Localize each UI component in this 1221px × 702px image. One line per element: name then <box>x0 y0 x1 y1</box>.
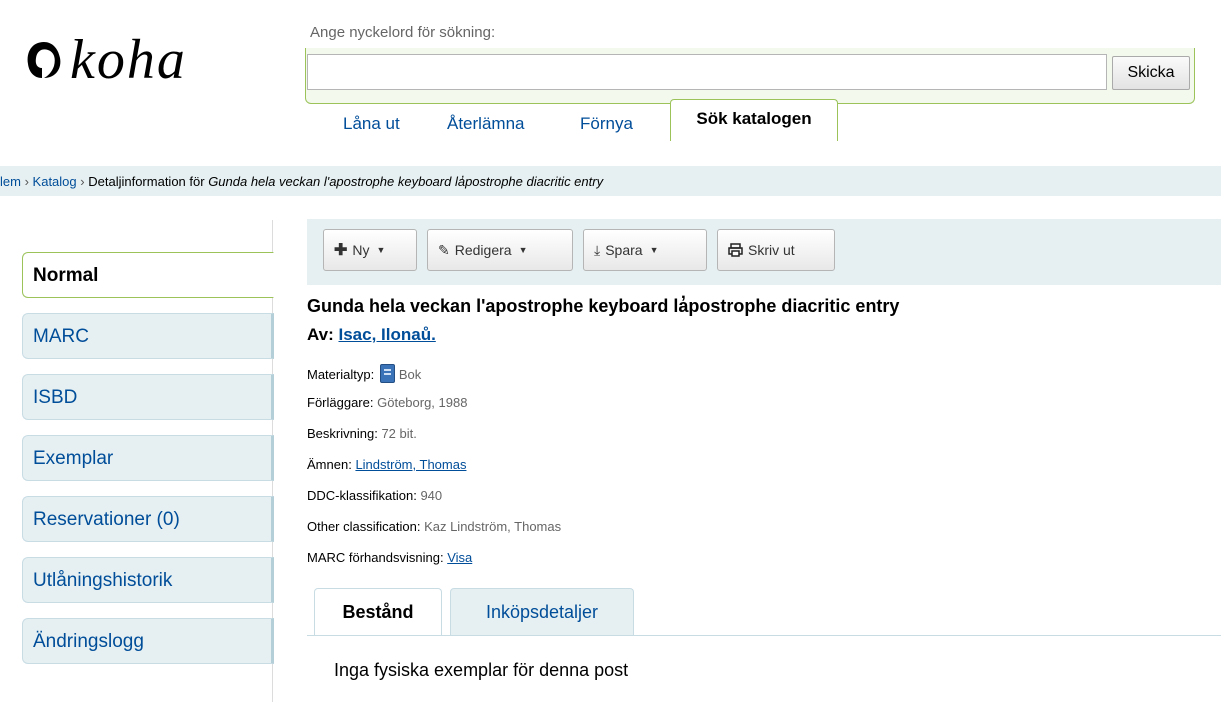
breadcrumb-current-title: Gunda hela veckan l'apostrophe keyboard … <box>208 174 604 189</box>
tab-acquisition-details[interactable]: Inköpsdetaljer <box>450 588 634 636</box>
tab-search-catalog[interactable]: Sök katalogen <box>670 99 838 141</box>
field-label: Materialtyp: <box>307 367 375 382</box>
sidebar-item-isbd[interactable]: ISBD <box>22 374 274 420</box>
field-label: Other classification: <box>307 519 421 534</box>
book-icon <box>379 364 395 383</box>
author-prefix: Av: <box>307 325 334 344</box>
koha-logo-icon <box>27 42 61 78</box>
holdings-message: Inga fysiska exemplar för denna post <box>334 660 629 680</box>
edit-button-label: Redigera <box>454 242 512 258</box>
breadcrumb-current-prefix: Detaljinformation för <box>88 174 205 189</box>
field-label: Förläggare: <box>307 395 374 410</box>
field-publisher: Förläggare: Göteborg, 1988 <box>307 395 467 410</box>
download-icon: ⤓ <box>594 241 601 258</box>
field-value: Kaz Lindström, Thomas <box>424 519 562 534</box>
sidebar-item-modification-log[interactable]: Ändringslogg <box>22 618 274 664</box>
field-subjects: Ämnen: Lindström, Thomas <box>307 457 466 472</box>
koha-logo[interactable]: koha <box>22 20 187 100</box>
plus-icon: ✚ <box>334 242 348 259</box>
save-button-label: Spara <box>605 242 643 258</box>
tab-checkin[interactable]: Återlämna <box>447 114 524 134</box>
field-value: Göteborg, 1988 <box>377 395 468 410</box>
subject-link[interactable]: Lindström, Thomas <box>355 457 466 472</box>
field-label: MARC förhandsvisning: <box>307 550 444 565</box>
breadcrumb-home[interactable]: lem <box>0 174 21 189</box>
breadcrumb-catalog[interactable]: Katalog <box>33 174 77 189</box>
field-material-type: Materialtyp: Bok <box>307 364 421 383</box>
sidebar-item-holds[interactable]: Reservationer (0) <box>22 496 274 542</box>
field-other-classification: Other classification: Kaz Lindström, Tho… <box>307 519 561 534</box>
tab-checkout[interactable]: Låna ut <box>343 114 400 134</box>
toolbar: ✚ Ny ▼ ✎ Redigera ▼ ⤓ Spara ▼ Skriv ut <box>307 219 1221 285</box>
new-button[interactable]: ✚ Ny ▼ <box>323 229 417 271</box>
breadcrumb-separator: › <box>24 174 29 189</box>
caret-down-icon: ▼ <box>376 245 386 255</box>
sidebar-item-items[interactable]: Exemplar <box>22 435 274 481</box>
tab-holdings[interactable]: Bestånd <box>314 588 442 636</box>
breadcrumb-separator: › <box>80 174 85 189</box>
author-link[interactable]: Isac, Ilonaů. <box>339 325 436 344</box>
save-button[interactable]: ⤓ Spara ▼ <box>583 229 707 271</box>
search-input[interactable] <box>307 54 1107 90</box>
sidebar-item-checkout-history[interactable]: Utlåningshistorik <box>22 557 274 603</box>
sidebar-item-normal[interactable]: Normal <box>22 252 274 298</box>
field-value: Bok <box>398 367 422 382</box>
breadcrumb: lem › Katalog › Detaljinformation för Gu… <box>0 166 1221 196</box>
edit-button[interactable]: ✎ Redigera ▼ <box>427 229 573 271</box>
search-submit-button[interactable]: Skicka <box>1112 56 1190 90</box>
field-label: Ämnen: <box>307 457 352 472</box>
header: koha Ange nyckelord för sökning: Skicka … <box>0 0 1221 166</box>
tab-renew[interactable]: Förnya <box>580 114 633 134</box>
record-author: Av: Isac, Ilonaů. <box>307 325 436 345</box>
record-title: Gunda hela veckan l'apostrophe keyboard … <box>307 296 900 316</box>
printer-icon <box>728 243 743 257</box>
field-marc-preview: MARC förhandsvisning: Visa <box>307 550 472 565</box>
field-label: Beskrivning: <box>307 426 378 441</box>
caret-down-icon: ▼ <box>518 245 528 255</box>
sidebar-item-marc[interactable]: MARC <box>22 313 274 359</box>
caret-down-icon: ▼ <box>649 245 659 255</box>
print-button[interactable]: Skriv ut <box>717 229 835 271</box>
marc-preview-link[interactable]: Visa <box>447 550 472 565</box>
print-button-label: Skriv ut <box>748 242 795 258</box>
search-prompt: Ange nyckelord för sökning: <box>310 24 496 41</box>
tab-divider <box>307 635 1221 636</box>
field-description: Beskrivning: 72 bit. <box>307 426 417 441</box>
field-value: 72 bit. <box>381 426 417 441</box>
new-button-label: Ny <box>352 242 370 258</box>
field-value: 940 <box>420 488 443 503</box>
field-ddc: DDC-klassifikation: 940 <box>307 488 442 503</box>
pencil-icon: ✎ <box>438 241 450 258</box>
logo-text: koha <box>70 29 187 91</box>
field-label: DDC-klassifikation: <box>307 488 417 503</box>
